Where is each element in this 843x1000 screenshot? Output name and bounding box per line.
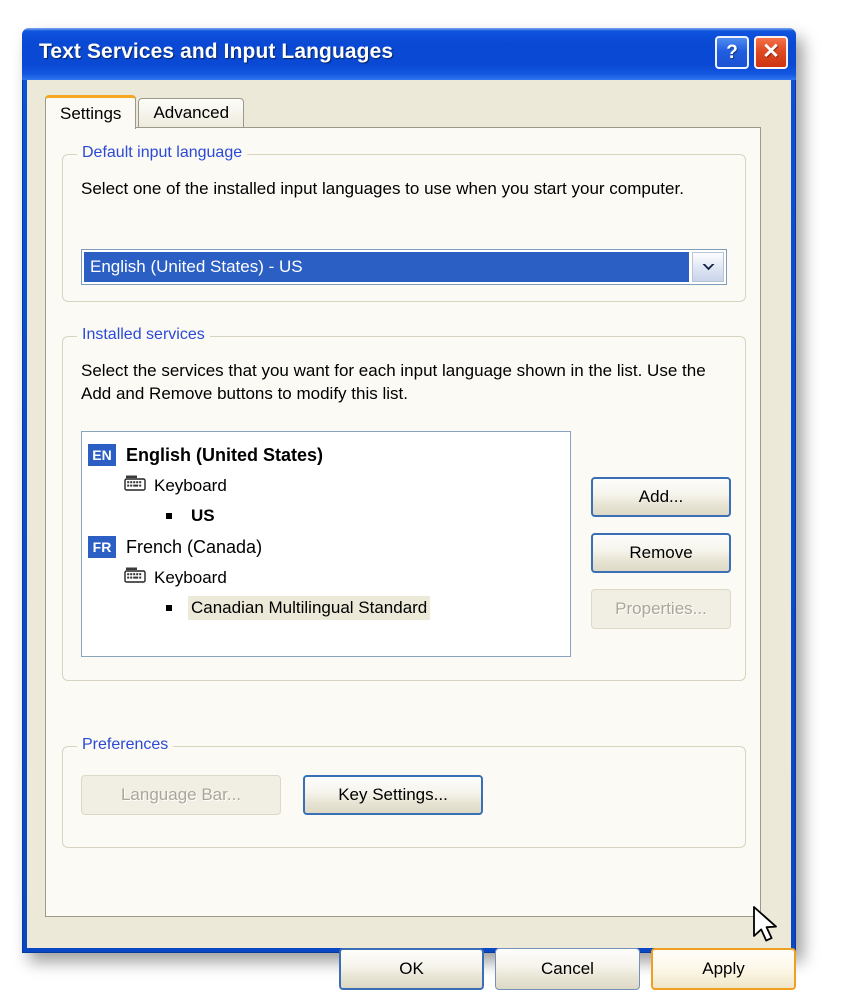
bullet-icon: [166, 513, 172, 519]
apply-button-label: Apply: [702, 959, 745, 978]
layout-label-canadian-multilingual-standard: Canadian Multilingual Standard: [188, 596, 431, 620]
default-input-language-description: Select one of the installed input langua…: [81, 179, 684, 198]
language-name-english: English (United States): [126, 444, 324, 465]
tab-settings[interactable]: Settings: [45, 95, 137, 129]
add-button[interactable]: Add...: [591, 477, 731, 517]
list-item-layout-us[interactable]: US: [88, 500, 564, 532]
tab-panel-settings: Default input language Select one of the…: [45, 127, 761, 917]
group-default-input-language-legend: Default input language: [77, 144, 248, 162]
list-item-language-english[interactable]: EN English (United States): [88, 440, 564, 470]
close-icon: ✕: [762, 40, 780, 63]
question-mark-icon: ?: [726, 41, 738, 63]
window-title: Text Services and Input Languages: [39, 40, 394, 63]
layout-label-us: US: [191, 506, 215, 525]
tab-settings-label: Settings: [60, 103, 122, 123]
ok-button-label: OK: [399, 959, 424, 978]
cancel-button[interactable]: Cancel: [495, 948, 640, 990]
list-item-layout-canadian[interactable]: Canadian Multilingual Standard: [88, 592, 564, 624]
remove-button[interactable]: Remove: [591, 533, 731, 573]
group-installed-services: Installed services Select the services t…: [62, 326, 746, 681]
default-language-combobox[interactable]: English (United States) - US: [81, 249, 727, 285]
language-bar-button: Language Bar...: [81, 775, 281, 815]
tab-advanced-label: Advanced: [153, 103, 230, 122]
tab-strip: Settings Advanced: [45, 95, 245, 129]
default-language-selected-value: English (United States) - US: [84, 252, 689, 282]
cancel-button-label: Cancel: [541, 959, 594, 978]
close-button[interactable]: ✕: [754, 36, 788, 69]
properties-button-label: Properties...: [615, 599, 707, 618]
list-item-keyboard-english[interactable]: Keyboard: [88, 471, 564, 500]
language-bar-button-label: Language Bar...: [120, 785, 242, 804]
group-preferences: Preferences Language Bar... Key Settings…: [62, 736, 746, 848]
ok-button[interactable]: OK: [339, 948, 484, 990]
keyboard-label-french: Keyboard: [154, 567, 227, 587]
list-item-keyboard-french[interactable]: Keyboard: [88, 563, 564, 592]
key-settings-button[interactable]: Key Settings...: [303, 775, 483, 815]
key-settings-button-label: Key Settings...: [338, 785, 448, 804]
group-default-input-language: Default input language Select one of the…: [62, 144, 746, 302]
list-item-language-french[interactable]: FR French (Canada): [88, 532, 564, 562]
properties-button: Properties...: [591, 589, 731, 629]
group-preferences-legend: Preferences: [77, 736, 174, 754]
screen: Text Services and Input Languages ? ✕ Se…: [0, 0, 843, 1000]
tab-advanced[interactable]: Advanced: [138, 98, 245, 128]
apply-button[interactable]: Apply: [651, 948, 796, 990]
dialog-window: Text Services and Input Languages ? ✕ Se…: [22, 28, 796, 990]
installed-services-listbox[interactable]: EN English (United States) Keyboard US F…: [81, 431, 571, 657]
help-button[interactable]: ?: [715, 36, 749, 69]
title-bar: Text Services and Input Languages ? ✕: [22, 28, 796, 80]
bullet-icon: [166, 605, 172, 611]
group-installed-services-legend: Installed services: [77, 326, 210, 344]
add-button-label: Add...: [638, 487, 684, 506]
title-bar-buttons: ? ✕: [715, 36, 788, 69]
installed-services-description: Select the services that you want for ea…: [81, 361, 706, 404]
remove-button-label: Remove: [629, 543, 693, 562]
keyboard-icon: [124, 567, 146, 588]
language-name-french: French (Canada): [126, 536, 263, 557]
language-badge-fr: FR: [88, 536, 116, 558]
keyboard-icon: [124, 475, 146, 496]
language-badge-en: EN: [88, 444, 116, 466]
client-area: Settings Advanced Default input language…: [27, 80, 796, 990]
chevron-down-icon[interactable]: [692, 252, 724, 282]
keyboard-label-english: Keyboard: [154, 475, 227, 495]
